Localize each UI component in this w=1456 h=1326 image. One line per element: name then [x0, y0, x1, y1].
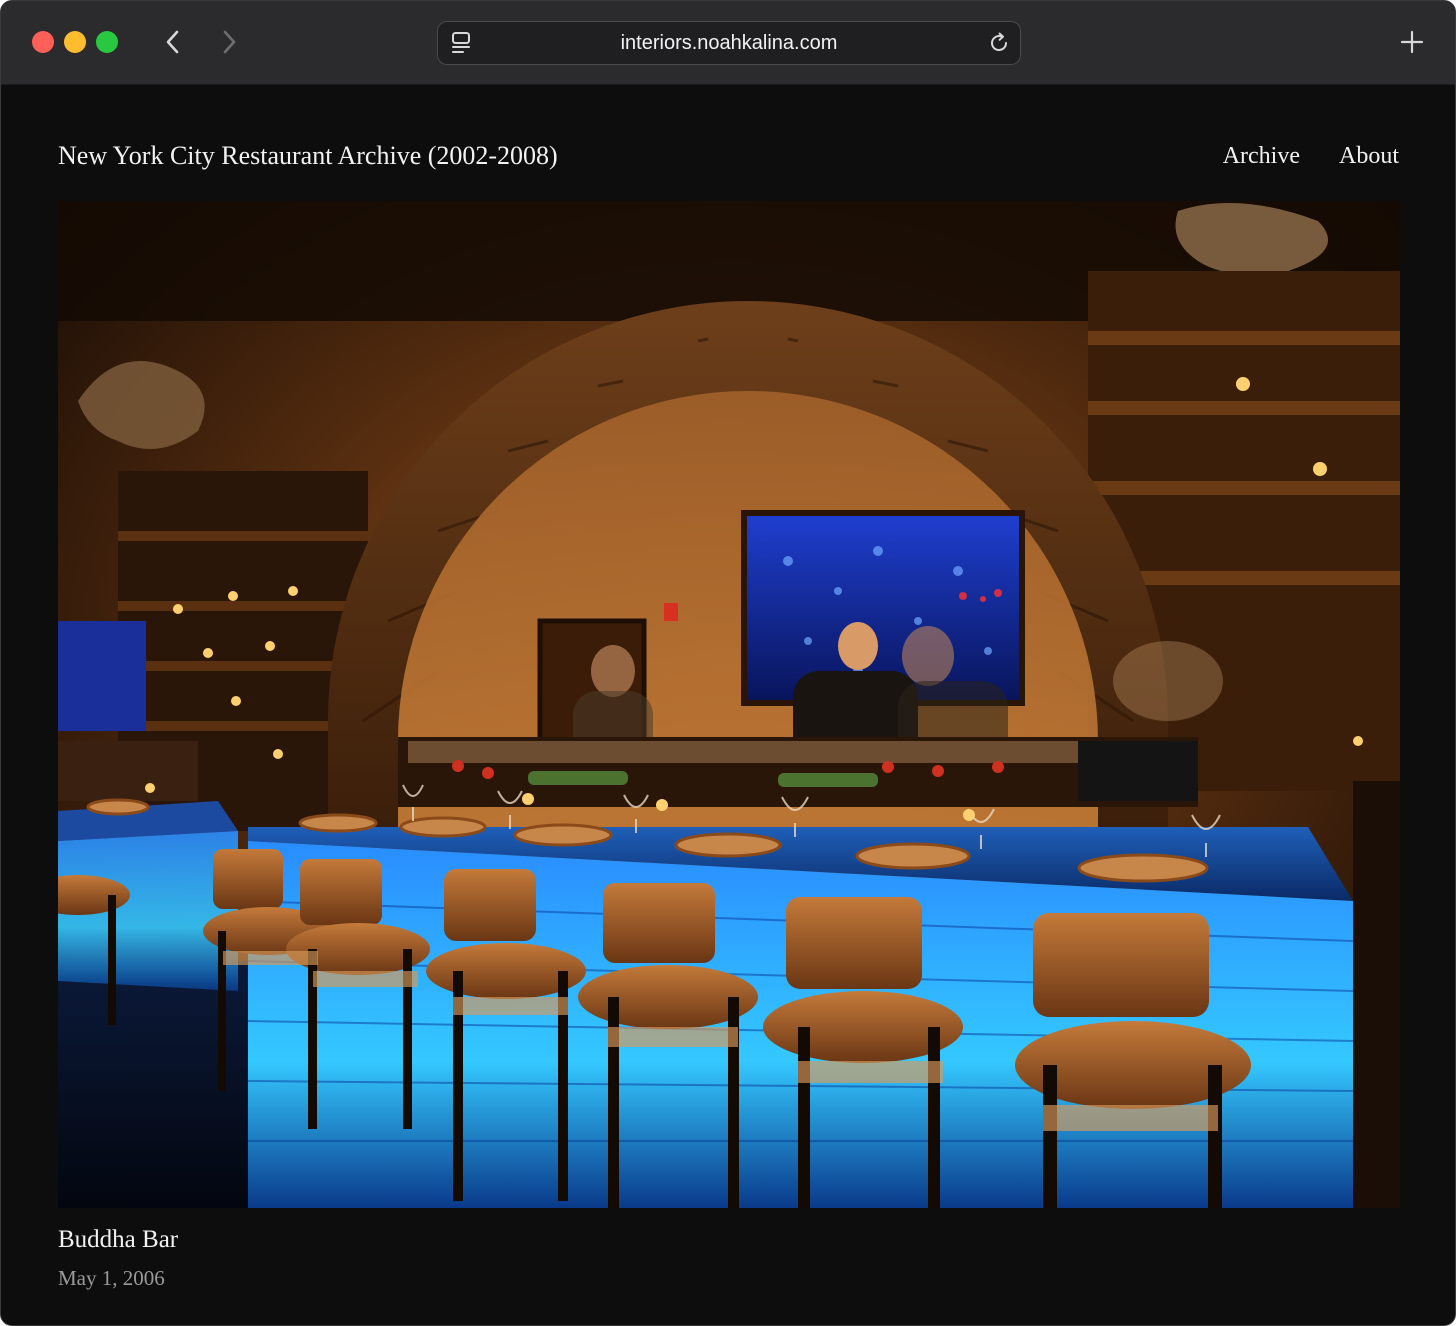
photo-caption-title[interactable]: Buddha Bar	[58, 1223, 178, 1257]
browser-window: interiors.noahkalina.com New York City R…	[0, 0, 1456, 1326]
url-text[interactable]: interiors.noahkalina.com	[488, 22, 970, 64]
photo-illustration	[58, 201, 1400, 1208]
reload-button[interactable]	[986, 30, 1012, 56]
forward-button[interactable]	[212, 25, 246, 59]
nav-link-about[interactable]: About	[1339, 139, 1399, 173]
site-nav: Archive About	[1223, 139, 1399, 173]
close-window-button[interactable]	[32, 31, 54, 53]
back-button[interactable]	[156, 25, 190, 59]
minimize-window-button[interactable]	[64, 31, 86, 53]
restaurant-photo[interactable]	[58, 201, 1400, 1208]
plus-icon	[1400, 30, 1424, 54]
reload-icon	[991, 32, 1008, 52]
nav-link-archive[interactable]: Archive	[1223, 139, 1300, 173]
reader-view-icon	[452, 32, 470, 53]
zoom-window-button[interactable]	[96, 31, 118, 53]
address-bar[interactable]: interiors.noahkalina.com	[437, 21, 1021, 65]
photo-caption-date: May 1, 2006	[58, 1266, 165, 1290]
site-title[interactable]: New York City Restaurant Archive (2002-2…	[58, 139, 558, 173]
new-tab-button[interactable]	[1395, 25, 1429, 59]
browser-toolbar: interiors.noahkalina.com	[1, 1, 1455, 85]
web-page: New York City Restaurant Archive (2002-2…	[1, 85, 1455, 1325]
reader-view-button[interactable]	[448, 30, 474, 56]
chevron-left-icon	[166, 30, 179, 54]
chevron-right-icon	[223, 30, 236, 54]
